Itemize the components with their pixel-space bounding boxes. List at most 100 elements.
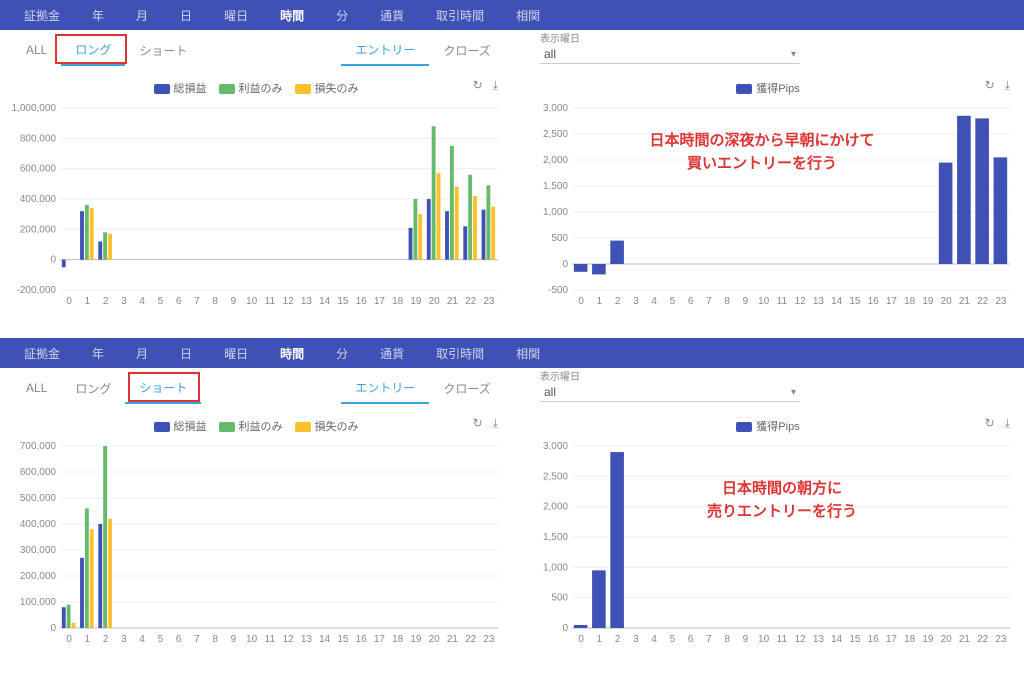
svg-text:12: 12	[283, 634, 295, 645]
svg-text:4: 4	[651, 296, 657, 307]
svg-text:14: 14	[831, 634, 843, 645]
svg-text:19: 19	[410, 296, 422, 307]
svg-text:3,000: 3,000	[543, 441, 568, 452]
day-filter-select[interactable]: all ▾	[540, 45, 800, 64]
nav-item-6[interactable]: 分	[322, 3, 362, 28]
svg-text:14: 14	[319, 634, 331, 645]
nav-item-2[interactable]: 月	[122, 341, 162, 366]
svg-text:0: 0	[562, 259, 568, 270]
svg-text:8: 8	[212, 634, 218, 645]
reload-icon[interactable]: ↻	[985, 416, 995, 431]
svg-text:11: 11	[265, 296, 276, 307]
day-filter-select[interactable]: all ▾	[540, 383, 800, 402]
download-icon[interactable]: ⤓	[493, 78, 498, 93]
svg-text:800,000: 800,000	[20, 133, 57, 144]
svg-text:0: 0	[578, 296, 584, 307]
svg-text:17: 17	[374, 634, 386, 645]
legend-item: 損失のみ	[295, 80, 359, 96]
caret-icon: ▾	[791, 49, 796, 60]
nav-item-3[interactable]: 日	[166, 3, 206, 28]
nav-item-2[interactable]: 月	[122, 3, 162, 28]
svg-text:6: 6	[688, 634, 694, 645]
svg-text:100,000: 100,000	[20, 597, 57, 608]
nav-item-4[interactable]: 曜日	[210, 341, 262, 366]
svg-text:17: 17	[886, 296, 898, 307]
svg-text:1,000,000: 1,000,000	[12, 103, 57, 114]
nav-item-3[interactable]: 日	[166, 341, 206, 366]
day-filter-label: 表示曜日	[540, 30, 800, 45]
nav-item-0[interactable]: 証拠金	[10, 341, 74, 366]
nav-item-6[interactable]: 分	[322, 341, 362, 366]
nav-item-1[interactable]: 年	[78, 3, 118, 28]
svg-text:600,000: 600,000	[20, 164, 57, 175]
nav-item-8[interactable]: 取引時間	[422, 3, 498, 28]
svg-text:200,000: 200,000	[20, 224, 57, 235]
svg-text:9: 9	[743, 296, 749, 307]
subtab-クローズ[interactable]: クローズ	[429, 36, 504, 65]
svg-text:17: 17	[374, 296, 386, 307]
day-filter-2: 表示曜日 all ▾	[540, 368, 800, 402]
svg-text:13: 13	[813, 296, 825, 307]
subtab-ロング[interactable]: ロング	[61, 35, 125, 66]
chart-panel2-left: 0100,000200,000300,000400,000500,000600,…	[6, 438, 506, 648]
nav-item-9[interactable]: 相関	[502, 341, 554, 366]
svg-text:8: 8	[724, 634, 730, 645]
svg-text:12: 12	[795, 296, 807, 307]
subtab-ALL[interactable]: ALL	[12, 37, 61, 63]
svg-text:19: 19	[410, 634, 422, 645]
legend-item: 獲得Pips	[736, 418, 799, 434]
subtab-エントリー[interactable]: エントリー	[341, 373, 429, 404]
download-icon[interactable]: ⤓	[1005, 78, 1010, 93]
subtab-ロング[interactable]: ロング	[61, 374, 125, 403]
nav-item-5[interactable]: 時間	[266, 3, 318, 28]
svg-text:21: 21	[959, 296, 971, 307]
subtab-エントリー[interactable]: エントリー	[341, 35, 429, 66]
nav-item-9[interactable]: 相関	[502, 3, 554, 28]
reload-icon[interactable]: ↻	[473, 78, 483, 93]
svg-text:2: 2	[103, 634, 109, 645]
legend-item: 総損益	[154, 80, 207, 96]
nav-item-0[interactable]: 証拠金	[10, 3, 74, 28]
subtab-ショート[interactable]: ショート	[125, 36, 201, 65]
nav-item-5[interactable]: 時間	[266, 341, 318, 366]
svg-text:7: 7	[194, 296, 200, 307]
nav-item-1[interactable]: 年	[78, 341, 118, 366]
download-icon[interactable]: ⤓	[1005, 416, 1010, 431]
svg-text:1,500: 1,500	[543, 181, 568, 192]
legend-swatch	[736, 84, 752, 94]
reload-icon[interactable]: ↻	[985, 78, 995, 93]
nav-item-7[interactable]: 通貨	[366, 3, 418, 28]
svg-text:0: 0	[50, 255, 56, 266]
svg-text:19: 19	[922, 634, 934, 645]
subtab-ALL[interactable]: ALL	[12, 375, 61, 401]
svg-text:5: 5	[158, 634, 164, 645]
reload-icon[interactable]: ↻	[473, 416, 483, 431]
svg-text:17: 17	[886, 634, 898, 645]
chart-cell-1-left: 総損益利益のみ損失のみ ↻ ⤓ -200,0000200,000400,0006…	[0, 70, 512, 330]
svg-text:22: 22	[465, 634, 477, 645]
position-tabs-1: ALLロングショート	[12, 35, 201, 66]
svg-text:18: 18	[904, 634, 916, 645]
subtab-クローズ[interactable]: クローズ	[429, 374, 504, 403]
svg-text:3: 3	[633, 634, 639, 645]
subtab-ショート[interactable]: ショート	[125, 373, 201, 404]
svg-text:5: 5	[670, 634, 676, 645]
legend-swatch	[154, 422, 170, 432]
chart-panel1-left: -200,0000200,000400,000600,000800,0001,0…	[6, 100, 506, 310]
nav-item-8[interactable]: 取引時間	[422, 341, 498, 366]
download-icon[interactable]: ⤓	[493, 416, 498, 431]
svg-text:20: 20	[429, 296, 441, 307]
svg-text:23: 23	[995, 634, 1007, 645]
nav-item-7[interactable]: 通貨	[366, 341, 418, 366]
svg-text:400,000: 400,000	[20, 519, 57, 530]
nav-item-4[interactable]: 曜日	[210, 3, 262, 28]
svg-text:300,000: 300,000	[20, 545, 57, 556]
svg-text:3,000: 3,000	[543, 103, 568, 114]
svg-text:2,000: 2,000	[543, 155, 568, 166]
svg-text:20: 20	[429, 634, 441, 645]
svg-text:13: 13	[301, 634, 313, 645]
svg-text:6: 6	[688, 296, 694, 307]
svg-text:0: 0	[562, 623, 568, 634]
svg-text:15: 15	[849, 296, 861, 307]
svg-text:4: 4	[139, 296, 145, 307]
